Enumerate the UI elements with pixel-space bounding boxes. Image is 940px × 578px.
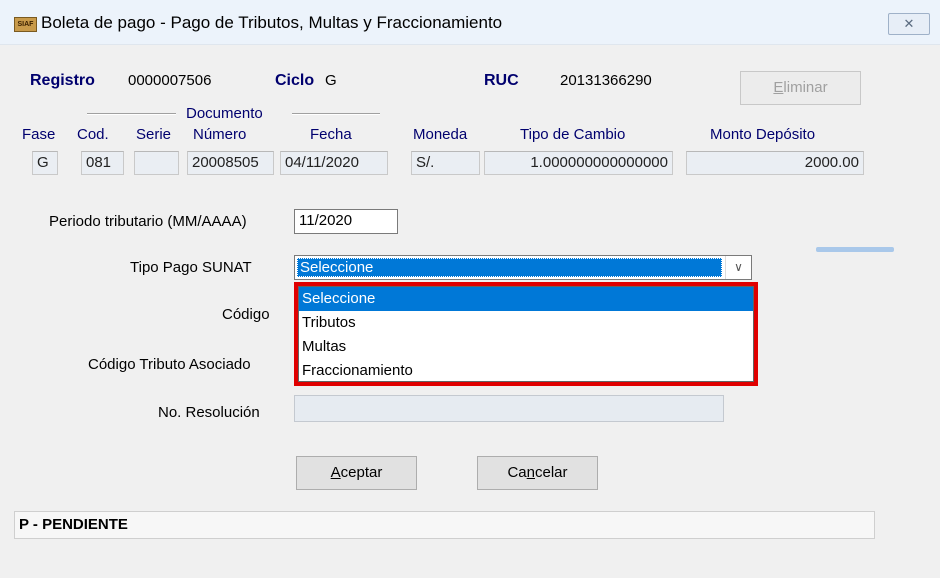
registro-label: Registro: [30, 72, 95, 89]
resolucion-label: No. Resolución: [158, 404, 260, 421]
cod-cell: 081: [81, 151, 124, 175]
status-bar: P - PENDIENTE: [14, 511, 875, 539]
chevron-down-icon[interactable]: ∨: [725, 256, 751, 279]
col-fecha: Fecha: [310, 126, 352, 143]
eliminar-button[interactable]: Eliminar: [740, 71, 861, 105]
dialog-window: SIAF Boleta de pago - Pago de Tributos, …: [0, 0, 940, 578]
col-tipo-cambio: Tipo de Cambio: [520, 126, 626, 143]
moneda-cell: S/.: [411, 151, 480, 175]
tipo-pago-dropdown: Seleccione Tributos Multas Fraccionamien…: [294, 282, 758, 386]
siaf-app-icon: SIAF: [14, 17, 37, 32]
codigo-label: Código: [222, 306, 270, 323]
ciclo-value: G: [325, 72, 337, 89]
tipo-pago-selected: Seleccione: [297, 258, 722, 277]
eliminar-accel: E: [773, 79, 784, 96]
title-bar: SIAF Boleta de pago - Pago de Tributos, …: [0, 0, 940, 45]
serie-cell: [134, 151, 179, 175]
codigo-tributo-label: Código Tributo Asociado: [88, 356, 251, 373]
window-title: Boleta de pago - Pago de Tributos, Multa…: [41, 13, 503, 32]
close-icon: ✕: [903, 16, 915, 31]
registro-value: 0000007506: [128, 72, 212, 89]
option-tributos[interactable]: Tributos: [299, 311, 753, 335]
cancelar-label-rest: celar: [535, 464, 568, 481]
aceptar-label-rest: ceptar: [340, 464, 383, 481]
documento-rule-left: [87, 114, 176, 115]
fecha-cell: 04/11/2020: [280, 151, 388, 175]
tipo-cambio-cell: 1.000000000000000: [484, 151, 673, 175]
col-fase: Fase: [22, 126, 56, 143]
eliminar-label-rest: liminar: [783, 79, 828, 96]
ruc-label: RUC: [484, 72, 519, 89]
fase-cell: G: [32, 151, 58, 175]
monto-cell: 2000.00: [686, 151, 864, 175]
ruc-value: 20131366290: [560, 72, 652, 89]
cancelar-label-pre: Ca: [507, 464, 527, 481]
col-monto: Monto Depósito: [710, 126, 816, 143]
ciclo-label: Ciclo: [275, 72, 315, 89]
periodo-label: Periodo tributario (MM/AAAA): [49, 213, 247, 230]
aceptar-button[interactable]: Aceptar: [296, 456, 417, 490]
aceptar-accel: A: [330, 464, 341, 481]
col-cod: Cod.: [77, 126, 109, 143]
col-moneda: Moneda: [413, 126, 468, 143]
col-serie: Serie: [136, 126, 172, 143]
progress-indicator: [816, 247, 894, 252]
col-numero: Número: [193, 126, 247, 143]
resolucion-input: [294, 395, 724, 422]
cancelar-accel: n: [526, 464, 535, 481]
periodo-input[interactable]: 11/2020: [294, 209, 398, 234]
documento-rule-right: [292, 114, 380, 115]
option-seleccione[interactable]: Seleccione: [299, 287, 753, 311]
tipo-pago-label: Tipo Pago SUNAT: [130, 259, 252, 276]
close-button[interactable]: ✕: [888, 13, 930, 35]
option-multas[interactable]: Multas: [299, 335, 753, 359]
numero-cell: 20008505: [187, 151, 274, 175]
tipo-pago-combo[interactable]: Seleccione ∨: [294, 255, 752, 280]
cancelar-button[interactable]: Cancelar: [477, 456, 598, 490]
option-fraccionamiento[interactable]: Fraccionamiento: [299, 359, 753, 383]
documento-header: Documento: [186, 105, 263, 122]
